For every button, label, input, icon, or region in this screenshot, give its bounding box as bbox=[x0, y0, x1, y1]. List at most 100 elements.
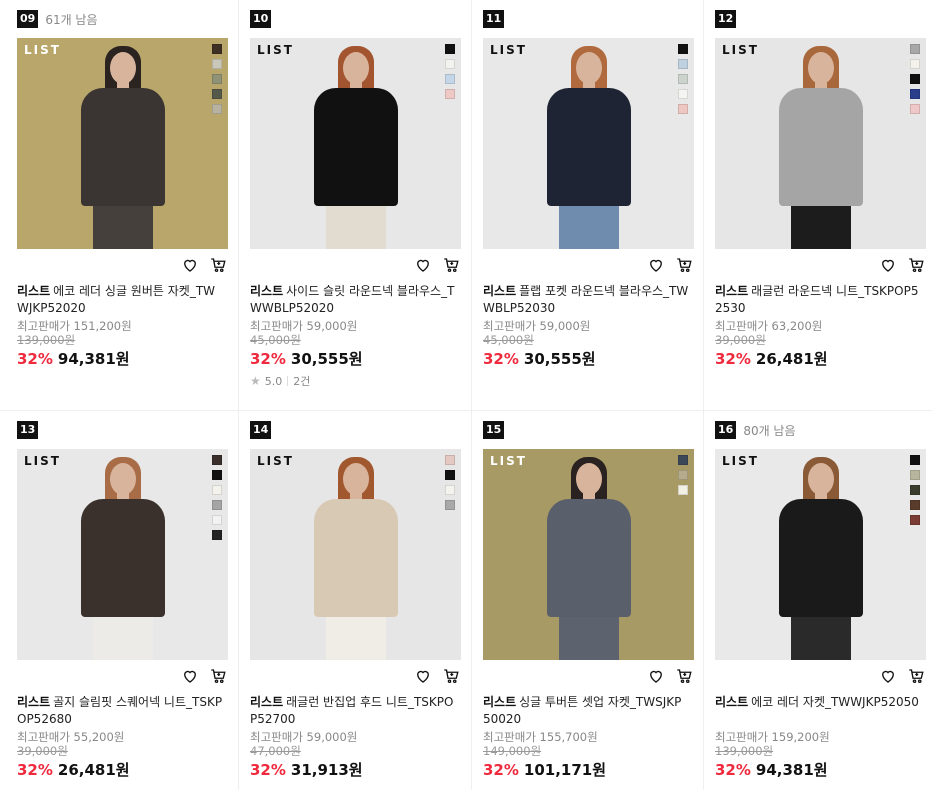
product-title[interactable]: 리스트 싱글 투버튼 셋업 자켓_TWSJKP50020 bbox=[483, 694, 689, 728]
cart-icon[interactable] bbox=[907, 667, 925, 685]
color-swatches bbox=[445, 44, 455, 104]
color-swatch[interactable] bbox=[910, 485, 920, 495]
cart-icon[interactable] bbox=[209, 667, 227, 685]
color-swatch[interactable] bbox=[212, 74, 222, 84]
rank-row: 09 61개 남음 bbox=[17, 10, 98, 28]
heart-icon[interactable] bbox=[414, 667, 432, 685]
color-swatch[interactable] bbox=[678, 455, 688, 465]
color-swatch[interactable] bbox=[212, 59, 222, 69]
product-image[interactable]: LIST bbox=[715, 449, 926, 660]
color-swatch[interactable] bbox=[910, 455, 920, 465]
original-price: 45,000원 bbox=[250, 333, 301, 347]
product-image[interactable]: LIST bbox=[250, 38, 461, 249]
model-top bbox=[778, 499, 863, 617]
card-actions bbox=[181, 256, 227, 274]
cart-icon[interactable] bbox=[907, 256, 925, 274]
cart-icon[interactable] bbox=[675, 256, 693, 274]
rank-badge: 11 bbox=[483, 10, 505, 28]
sale-price: 94,381원 bbox=[755, 761, 828, 779]
original-price: 39,000원 bbox=[715, 333, 766, 347]
model-figure bbox=[68, 457, 178, 660]
color-swatch[interactable] bbox=[212, 530, 222, 540]
sale-price: 101,171원 bbox=[523, 761, 607, 779]
color-swatch[interactable] bbox=[445, 500, 455, 510]
product-card[interactable]: 16 80개 남음 LIST 리스트 에코 레더 자켓_TWWJKP52050 최… bbox=[698, 411, 931, 790]
product-title[interactable]: 리스트 에코 레더 자켓_TWWJKP52050 bbox=[715, 694, 921, 711]
color-swatch[interactable] bbox=[445, 89, 455, 99]
product-title[interactable]: 리스트 사이드 슬릿 라운드넥 블라우스_TWWBLP52020 bbox=[250, 283, 456, 317]
heart-icon[interactable] bbox=[879, 667, 897, 685]
color-swatch[interactable] bbox=[445, 44, 455, 54]
heart-icon[interactable] bbox=[647, 667, 665, 685]
color-swatch[interactable] bbox=[678, 59, 688, 69]
product-card[interactable]: 14 LIST 리스트 래글런 반집업 후드 니트_TSKPOP52700 최고판… bbox=[233, 411, 466, 790]
color-swatch[interactable] bbox=[212, 44, 222, 54]
color-swatch[interactable] bbox=[212, 470, 222, 480]
color-swatch[interactable] bbox=[678, 470, 688, 480]
color-swatch[interactable] bbox=[910, 74, 920, 84]
color-swatch[interactable] bbox=[910, 515, 920, 525]
color-swatch[interactable] bbox=[212, 515, 222, 525]
cart-icon[interactable] bbox=[209, 256, 227, 274]
heart-icon[interactable] bbox=[181, 256, 199, 274]
heart-icon[interactable] bbox=[181, 667, 199, 685]
product-image[interactable]: LIST bbox=[17, 38, 228, 249]
product-card[interactable]: 09 61개 남음 LIST 리스트 에코 레더 싱글 원버튼 자켓_TWWJKP… bbox=[0, 0, 233, 411]
color-swatch[interactable] bbox=[212, 104, 222, 114]
brand-logo: LIST bbox=[257, 43, 294, 57]
product-title[interactable]: 리스트 골지 슬림핏 스퀘어넥 니트_TSKPOP52680 bbox=[17, 694, 223, 728]
product-card[interactable]: 12 LIST 리스트 래글런 라운드넥 니트_TSKPOP52530 최고판매가… bbox=[698, 0, 931, 411]
discount-rate: 32% bbox=[250, 761, 286, 779]
sale-price: 31,913원 bbox=[290, 761, 363, 779]
color-swatch[interactable] bbox=[212, 500, 222, 510]
product-card[interactable]: 10 LIST 리스트 사이드 슬릿 라운드넥 블라우스_TWWBLP52020 … bbox=[233, 0, 466, 411]
color-swatch[interactable] bbox=[910, 470, 920, 480]
color-swatch[interactable] bbox=[445, 455, 455, 465]
color-swatch[interactable] bbox=[212, 485, 222, 495]
product-image[interactable]: LIST bbox=[483, 38, 694, 249]
heart-icon[interactable] bbox=[647, 256, 665, 274]
stock-remaining: 80개 남음 bbox=[743, 423, 796, 438]
product-title[interactable]: 리스트 래글런 라운드넥 니트_TSKPOP52530 bbox=[715, 283, 921, 317]
color-swatch[interactable] bbox=[445, 74, 455, 84]
brand-name: 리스트 bbox=[715, 695, 749, 709]
product-image[interactable]: LIST bbox=[483, 449, 694, 660]
product-image[interactable]: LIST bbox=[715, 38, 926, 249]
color-swatch[interactable] bbox=[445, 59, 455, 69]
product-title[interactable]: 리스트 에코 레더 싱글 원버튼 자켓_TWWJKP52020 bbox=[17, 283, 223, 317]
brand-name: 리스트 bbox=[17, 695, 51, 709]
color-swatch[interactable] bbox=[910, 89, 920, 99]
color-swatch[interactable] bbox=[212, 455, 222, 465]
cart-icon[interactable] bbox=[675, 667, 693, 685]
color-swatch[interactable] bbox=[910, 59, 920, 69]
color-swatch[interactable] bbox=[445, 485, 455, 495]
heart-icon[interactable] bbox=[414, 256, 432, 274]
color-swatch[interactable] bbox=[678, 485, 688, 495]
card-actions bbox=[181, 667, 227, 685]
color-swatch[interactable] bbox=[910, 44, 920, 54]
product-image[interactable]: LIST bbox=[250, 449, 461, 660]
color-swatch[interactable] bbox=[910, 104, 920, 114]
product-card[interactable]: 11 LIST 리스트 플랩 포켓 라운드넥 블라우스_TWWBLP52030 최… bbox=[466, 0, 699, 411]
color-swatches bbox=[212, 455, 222, 545]
color-swatch[interactable] bbox=[678, 74, 688, 84]
product-card[interactable]: 13 LIST 리스트 골지 슬림핏 스퀘어넥 니트_TSKPOP52680 최고… bbox=[0, 411, 233, 790]
color-swatch[interactable] bbox=[678, 104, 688, 114]
rank-badge: 16 bbox=[715, 421, 737, 439]
rank-row: 12 bbox=[715, 10, 737, 28]
heart-icon[interactable] bbox=[879, 256, 897, 274]
product-title[interactable]: 리스트 플랩 포켓 라운드넥 블라우스_TWWBLP52030 bbox=[483, 283, 689, 317]
model-top bbox=[313, 499, 398, 617]
color-swatch[interactable] bbox=[678, 89, 688, 99]
cart-icon[interactable] bbox=[442, 667, 460, 685]
card-actions bbox=[879, 256, 925, 274]
color-swatch[interactable] bbox=[445, 470, 455, 480]
product-card[interactable]: 15 LIST 리스트 싱글 투버튼 셋업 자켓_TWSJKP50020 최고판매… bbox=[466, 411, 699, 790]
sale-price: 30,555원 bbox=[523, 350, 596, 368]
product-title[interactable]: 리스트 래글런 반집업 후드 니트_TSKPOP52700 bbox=[250, 694, 456, 728]
cart-icon[interactable] bbox=[442, 256, 460, 274]
color-swatch[interactable] bbox=[212, 89, 222, 99]
color-swatch[interactable] bbox=[678, 44, 688, 54]
color-swatch[interactable] bbox=[910, 500, 920, 510]
product-image[interactable]: LIST bbox=[17, 449, 228, 660]
